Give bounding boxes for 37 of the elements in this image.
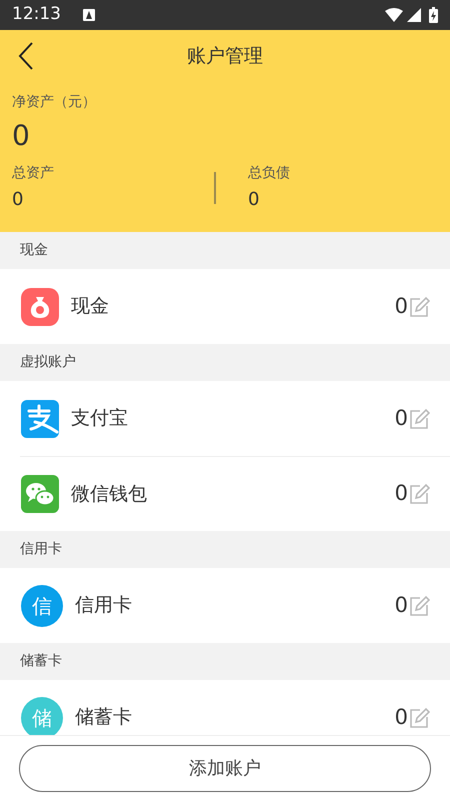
section-header: 信用卡: [0, 531, 450, 568]
edit-icon[interactable]: [408, 483, 430, 505]
account-avatar: 储: [21, 696, 63, 735]
total-assets-label: 总资产: [12, 164, 54, 183]
edit-icon[interactable]: [408, 594, 430, 616]
total-debt-label: 总负债: [248, 164, 290, 183]
section-header: 储蓄卡: [0, 643, 450, 680]
section-header: 现金: [0, 232, 450, 269]
account-name: 信用卡: [75, 593, 132, 618]
add-account-button[interactable]: 添加账户: [19, 745, 431, 792]
battery-icon: [429, 7, 438, 23]
account-balance: 0: [394, 480, 408, 508]
notification-icon: [83, 9, 95, 21]
signal-icon: [407, 8, 421, 22]
account-balance: 0: [394, 592, 408, 619]
account-avatar: 信: [21, 584, 63, 626]
edit-icon[interactable]: [408, 408, 430, 430]
total-debt-value: 0: [248, 188, 260, 212]
net-assets-value: 0: [12, 118, 30, 154]
account-balance: 0: [394, 404, 408, 432]
edit-icon[interactable]: [408, 296, 430, 318]
section-header: 虚拟账户: [0, 344, 450, 381]
page-title: 账户管理: [187, 44, 263, 69]
account-name: 支付宝: [71, 406, 128, 432]
status-time: 12:13: [12, 3, 61, 26]
account-balance: 0: [394, 292, 408, 320]
account-balance: 0: [394, 704, 408, 731]
total-assets-value: 0: [12, 188, 24, 212]
account-name: 现金: [71, 294, 109, 320]
account-row[interactable]: 支付宝 0: [0, 381, 450, 456]
account-row[interactable]: 信 信用卡 0: [0, 568, 450, 643]
account-name: 微信钱包: [71, 482, 147, 507]
net-assets-label: 净资产（元）: [12, 93, 96, 112]
edit-icon[interactable]: [408, 706, 430, 728]
account-row[interactable]: 现金 0: [0, 269, 450, 344]
wifi-icon: [385, 8, 403, 22]
account-name: 储蓄卡: [75, 705, 132, 730]
